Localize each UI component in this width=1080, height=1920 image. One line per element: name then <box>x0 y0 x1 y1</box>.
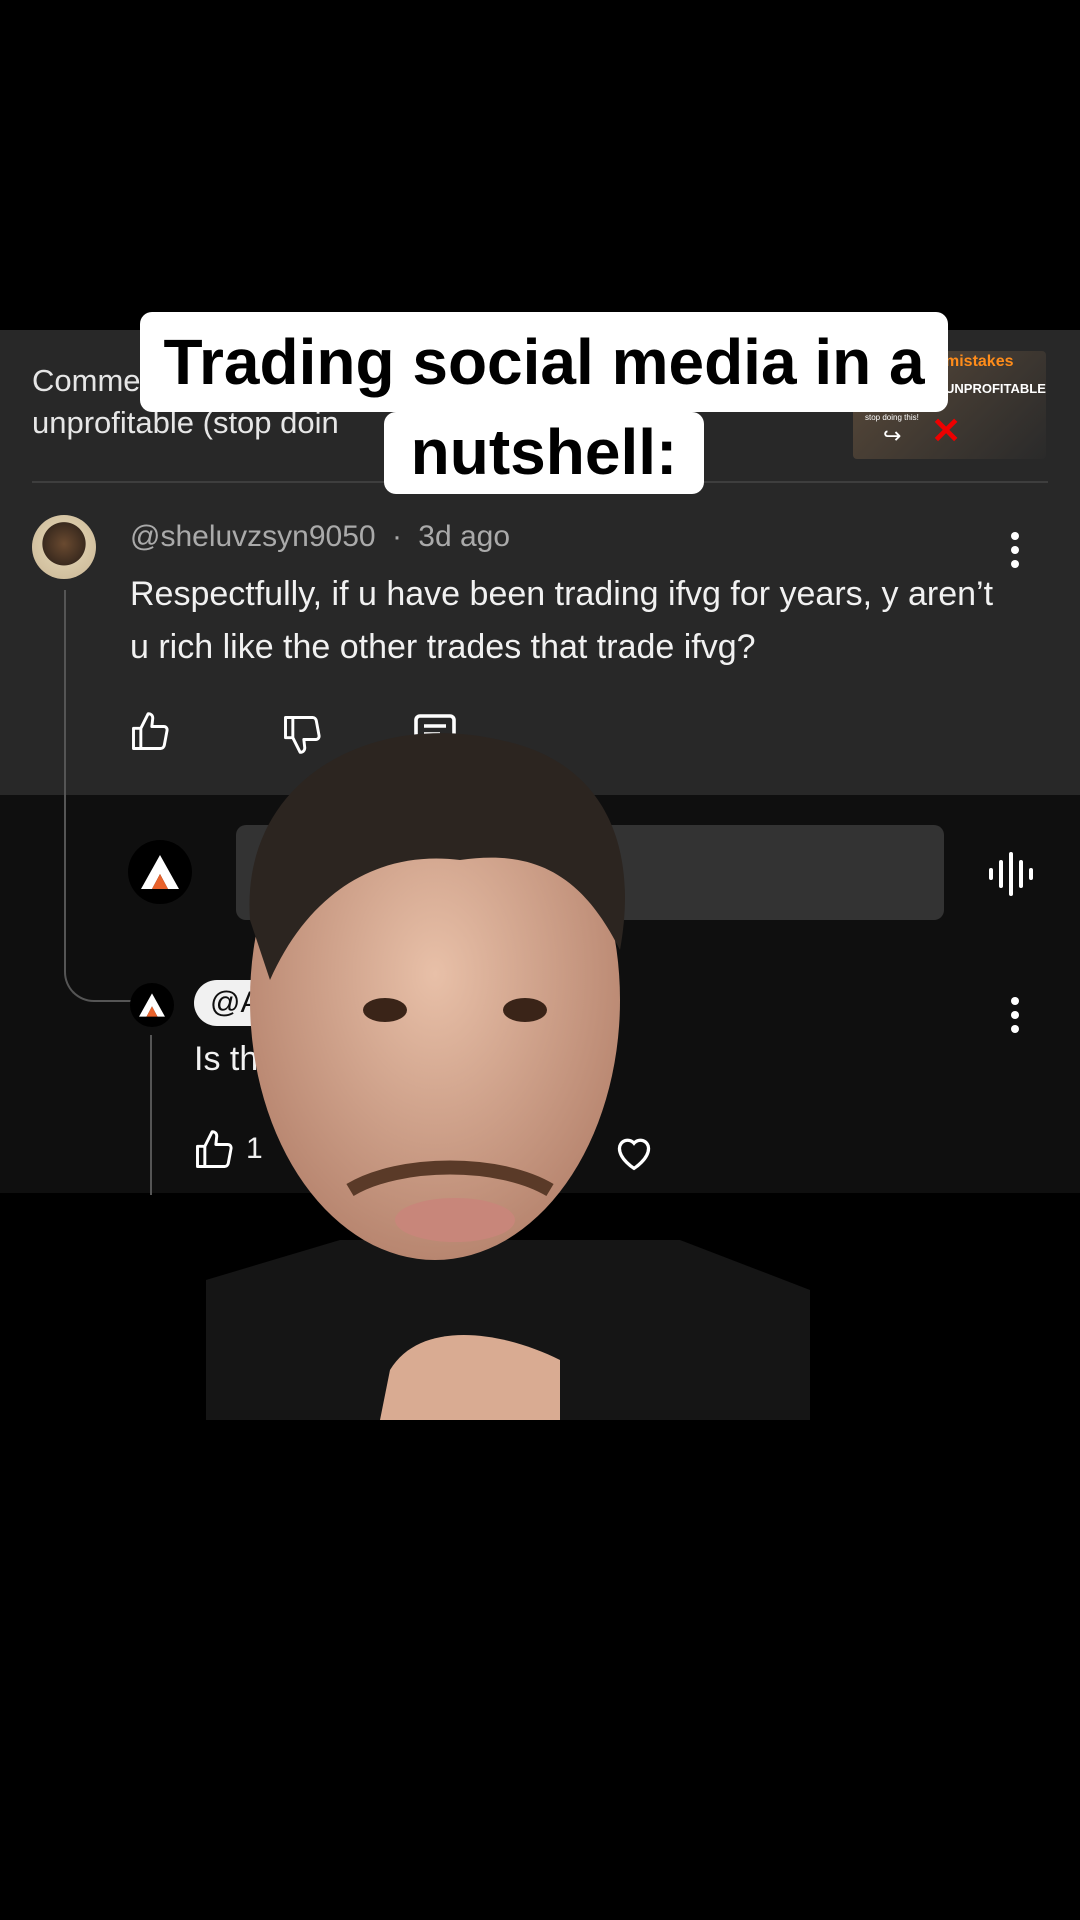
reply-thread-line <box>150 1035 152 1195</box>
comment-text: Respectfully, if u have been trading ifv… <box>130 575 994 666</box>
comment-author[interactable]: @sheluvzsyn9050 <box>130 520 376 553</box>
voice-input-icon[interactable] <box>985 850 1037 898</box>
comment-meta: @sheluvzsyn9050 · 3d ago <box>130 520 510 554</box>
comment-time: 3d ago <box>418 520 511 553</box>
more-options-icon[interactable] <box>1005 995 1025 1035</box>
thread-line <box>64 590 66 970</box>
reply-avatar[interactable] <box>130 983 174 1027</box>
red-x-icon: ✕ <box>931 410 962 451</box>
thumbnail-text-small: stop doing this! <box>865 413 919 422</box>
meta-separator: · <box>391 520 402 553</box>
user-avatar[interactable] <box>128 840 192 904</box>
more-options-icon[interactable] <box>1005 530 1025 570</box>
creator-video-overlay <box>206 733 810 1420</box>
like-icon[interactable] <box>128 710 172 754</box>
thumbnail-text-mid: UNPROFITABLE <box>945 381 1046 396</box>
arrow-icon: ↪ <box>883 423 902 448</box>
avatar[interactable] <box>32 515 96 579</box>
thumbnail-text-top: mistakes <box>945 353 1014 370</box>
caption-line1: Trading social media in a <box>140 312 948 412</box>
caption-line2: nutshell: <box>384 412 704 494</box>
